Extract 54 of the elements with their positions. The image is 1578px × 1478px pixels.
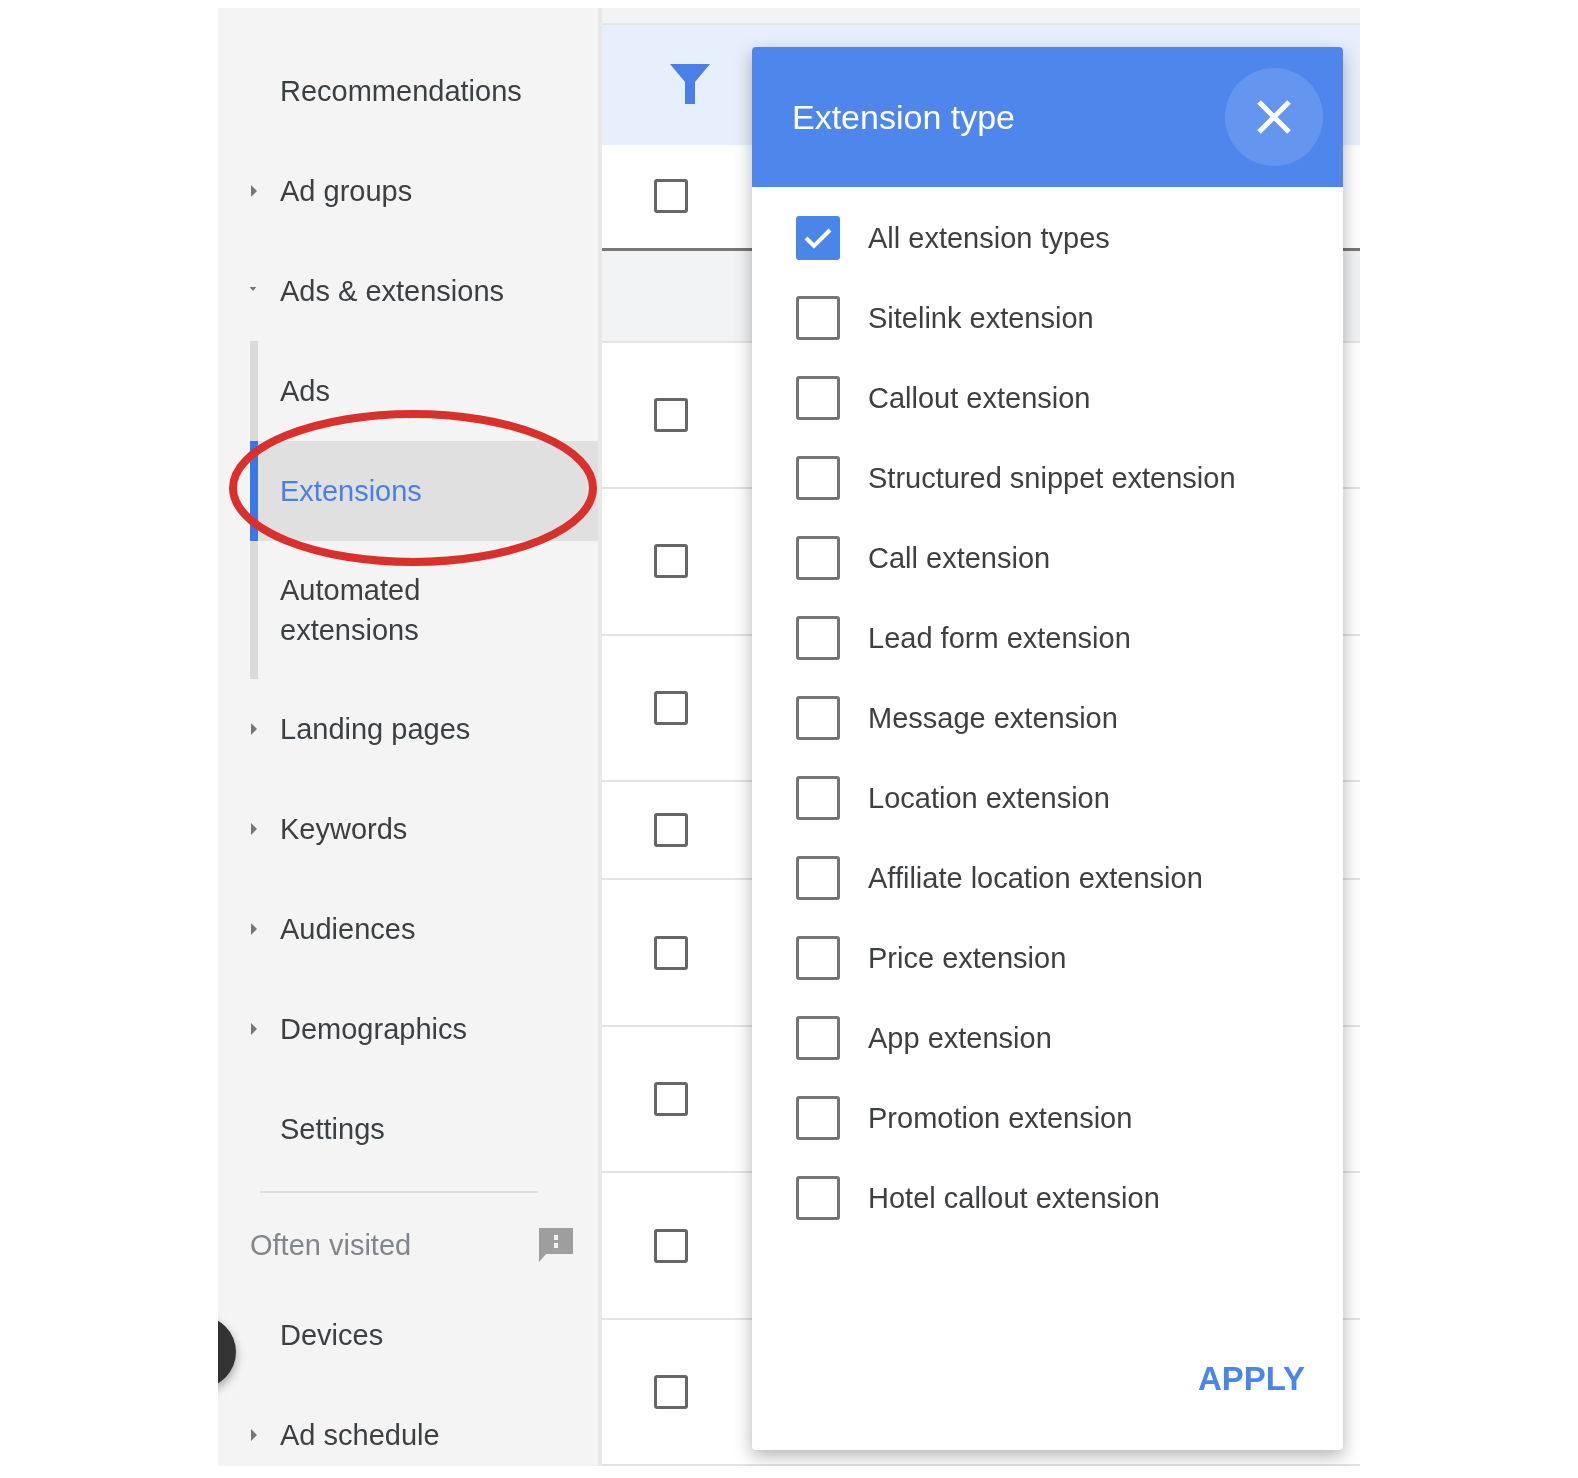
feedback-icon[interactable] xyxy=(536,1226,576,1264)
checkbox[interactable] xyxy=(654,935,688,970)
checkbox[interactable] xyxy=(654,1374,688,1409)
checkbox[interactable] xyxy=(654,179,688,214)
option-label: Structured snippet extension xyxy=(868,461,1236,495)
checkbox[interactable] xyxy=(796,856,840,900)
option-label: All extension types xyxy=(868,221,1110,255)
dialog-title: Extension type xyxy=(792,97,1016,137)
sidebar-item[interactable]: Landing pages xyxy=(280,712,471,746)
option-label: Call extension xyxy=(868,541,1051,575)
option-label: Price extension xyxy=(868,941,1067,975)
checkbox[interactable] xyxy=(654,1082,688,1117)
checkbox[interactable] xyxy=(796,1016,840,1060)
checkbox[interactable] xyxy=(796,216,840,260)
checkbox[interactable] xyxy=(796,776,840,820)
sidebar-item[interactable]: Devices xyxy=(280,1318,384,1352)
sidebar-item[interactable]: Audiences xyxy=(280,912,416,946)
option-label: App extension xyxy=(868,1021,1052,1055)
sidebar-item[interactable]: Recommendations xyxy=(280,74,522,108)
checkbox[interactable] xyxy=(796,536,840,580)
checkbox[interactable] xyxy=(796,296,840,340)
option-label: Sitelink extension xyxy=(868,301,1094,335)
option-label: Message extension xyxy=(868,701,1118,735)
checkbox[interactable] xyxy=(796,936,840,980)
sidebar-item[interactable]: Automated extensions xyxy=(250,541,480,679)
close-icon xyxy=(1256,99,1292,135)
checkbox[interactable] xyxy=(796,1096,840,1140)
sidebar-item[interactable]: Ad groups xyxy=(280,174,413,208)
checkbox[interactable] xyxy=(654,690,688,725)
checkbox[interactable] xyxy=(796,456,840,500)
option-label: Location extension xyxy=(868,781,1110,815)
checkbox[interactable] xyxy=(796,616,840,660)
option-label: Promotion extension xyxy=(868,1101,1133,1135)
option-label: Callout extension xyxy=(868,381,1091,415)
check-icon xyxy=(803,226,833,250)
sidebar-item[interactable]: Ad schedule xyxy=(280,1418,440,1452)
checkbox[interactable] xyxy=(654,544,688,579)
section-title: Often visited xyxy=(250,1228,412,1262)
option-label: Hotel callout extension xyxy=(868,1181,1160,1215)
checkbox[interactable] xyxy=(654,812,688,847)
checkbox[interactable] xyxy=(796,376,840,420)
option-label: Lead form extension xyxy=(868,621,1131,655)
checkbox[interactable] xyxy=(654,398,688,433)
option-label: Affiliate location extension xyxy=(868,861,1203,895)
sidebar-item[interactable]: Ads & extensions xyxy=(280,274,505,308)
sidebar-item[interactable]: Keywords xyxy=(280,812,408,846)
sidebar-item[interactable]: Settings xyxy=(280,1112,385,1146)
filter-icon[interactable] xyxy=(670,64,710,106)
checkbox[interactable] xyxy=(654,1228,688,1263)
checkbox[interactable] xyxy=(796,1176,840,1220)
sidebar-item[interactable]: Ads xyxy=(250,341,598,441)
apply-button[interactable]: APPLY xyxy=(1198,1356,1305,1402)
sidebar-item[interactable]: Demographics xyxy=(280,1012,467,1046)
checkbox[interactable] xyxy=(796,696,840,740)
